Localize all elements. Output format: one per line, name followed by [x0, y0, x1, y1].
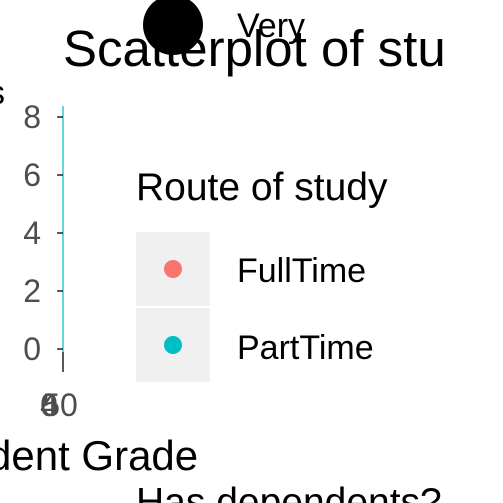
legend-key-fulltime [164, 260, 182, 278]
x-axis: 0450 [40, 352, 78, 423]
y-tick-label: 0 [23, 331, 41, 367]
dependents-legend-title: Has dependents? [136, 481, 442, 503]
y-tick-label: 8 [23, 99, 41, 135]
y-axis-title: s [0, 74, 5, 112]
legend-label-parttime: PartTime [237, 329, 374, 367]
legend-label-fulltime: FullTime [237, 252, 366, 290]
y-tick-label: 6 [23, 157, 41, 193]
y-tick-label: 4 [23, 215, 41, 251]
y-axis: 0 2 4 6 8 [23, 99, 63, 367]
size-legend-label: Very [237, 7, 305, 45]
legend-key-parttime [164, 336, 182, 354]
x-axis-title: dent Grade [0, 432, 198, 479]
y-tick-label: 2 [23, 273, 41, 309]
scatterplot-chart: Scatterplot of stu Very s 02468 0450 den… [0, 0, 446, 503]
x-tick-label: 50 [42, 387, 78, 423]
color-legend-title: Route of study [136, 166, 388, 209]
